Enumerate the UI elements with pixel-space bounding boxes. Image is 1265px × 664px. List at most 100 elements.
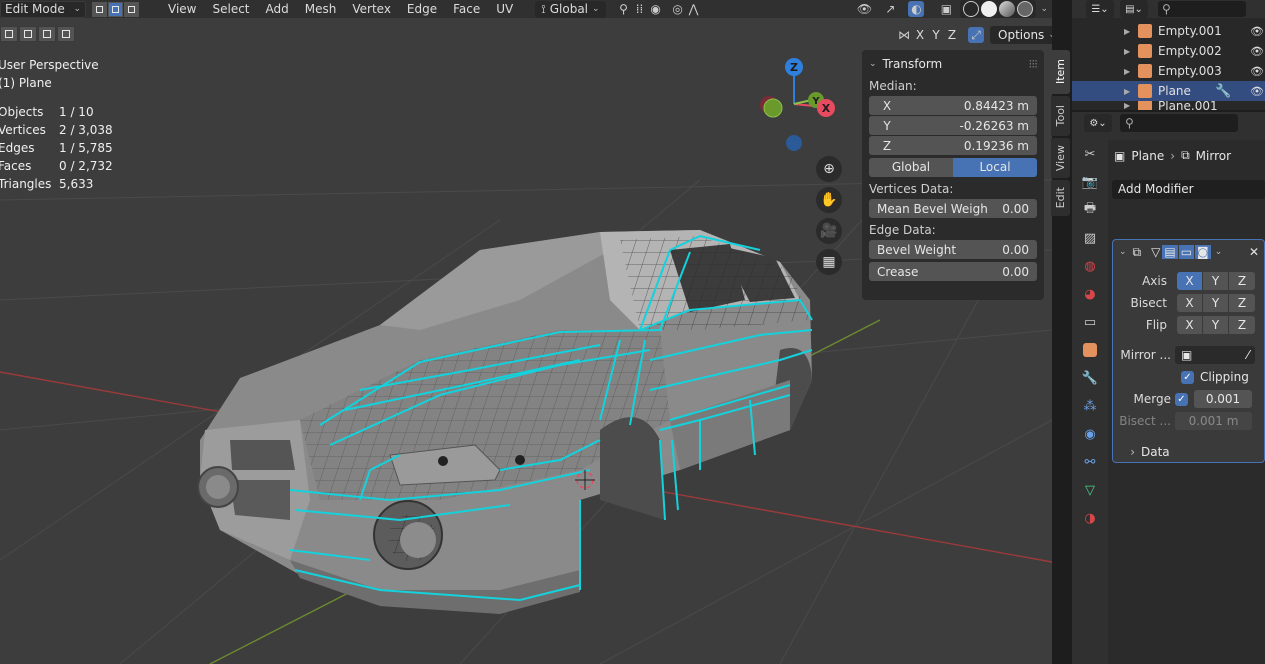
solid-shading-icon[interactable]	[981, 1, 998, 17]
outliner-row[interactable]: ▶ Empty.002 👁	[1072, 41, 1265, 61]
menu-edge[interactable]: Edge	[399, 0, 445, 18]
tab-tool[interactable]: Tool	[1051, 96, 1070, 136]
xray-icon[interactable]: ▣	[938, 1, 954, 17]
tab-item[interactable]: Item	[1051, 50, 1070, 94]
menu-select[interactable]: Select	[204, 0, 257, 18]
bisect-x-toggle[interactable]: X	[1177, 294, 1203, 312]
mirror-z-toggle[interactable]: Z	[944, 28, 960, 42]
local-space-button[interactable]: Local	[953, 158, 1037, 177]
data-subpanel-header[interactable]: › Data	[1113, 443, 1265, 461]
auto-merge-icon[interactable]: ⤢	[968, 27, 984, 43]
mirror-y-toggle[interactable]: Y	[928, 28, 944, 42]
render-toggle-icon[interactable]: ◙	[1195, 245, 1211, 259]
mode-selector[interactable]: Edit Mode ⌄	[0, 0, 86, 18]
on-cage-toggle-icon[interactable]: ▤	[1162, 245, 1178, 259]
vertex-select-icon[interactable]	[92, 1, 107, 17]
transform-panel-header[interactable]: ⌄ Transform ⁝⁝⁝	[869, 54, 1038, 74]
gizmo-neg-z[interactable]	[786, 135, 802, 151]
gizmo-toggle-icon[interactable]: ↗	[882, 1, 898, 17]
snap-icon[interactable]: ⁞⁞	[632, 1, 648, 17]
median-y-field[interactable]: Y -0.26263 m	[869, 116, 1037, 135]
car-mesh[interactable]	[197, 230, 812, 614]
select-intersect-icon[interactable]	[57, 26, 75, 42]
menu-view[interactable]: View	[160, 0, 204, 18]
visibility-icon[interactable]: 👁	[856, 1, 872, 17]
mirror-object-field[interactable]: ▣ ⁄	[1175, 346, 1255, 364]
eye-icon[interactable]: 👁	[1250, 25, 1264, 38]
overlays-icon[interactable]: ◐	[908, 1, 925, 17]
properties-editor-type-icon[interactable]: ⚙⌄	[1084, 114, 1112, 132]
options-dropdown[interactable]: Options ⌄	[990, 26, 1052, 44]
edge-select-icon[interactable]	[108, 1, 123, 17]
expand-arrow-icon[interactable]: ▶	[1124, 47, 1130, 56]
snap-target-icon[interactable]: ◉	[648, 1, 664, 17]
menu-add[interactable]: Add	[258, 0, 297, 18]
falloff-icon[interactable]: ⋀	[686, 1, 702, 17]
mirror-x-toggle[interactable]: X	[912, 28, 928, 42]
tab-edit[interactable]: Edit	[1051, 180, 1070, 216]
crease-field[interactable]: Crease 0.00	[869, 262, 1037, 281]
menu-vertex[interactable]: Vertex	[344, 0, 399, 18]
menu-mesh[interactable]: Mesh	[297, 0, 345, 18]
global-space-button[interactable]: Global	[869, 158, 953, 177]
face-select-icon[interactable]	[124, 1, 139, 17]
viewport-toggle-icon[interactable]: ▭	[1178, 245, 1195, 259]
pivot-icon[interactable]: ⚲	[616, 1, 632, 17]
outliner-row[interactable]: ▶ Empty.003 👁	[1072, 61, 1265, 81]
tool-tab-icon[interactable]: ✂	[1072, 140, 1108, 168]
tab-view[interactable]: View	[1051, 138, 1070, 178]
flip-x-toggle[interactable]: X	[1177, 316, 1203, 334]
eye-icon[interactable]: 👁	[1250, 85, 1264, 98]
add-modifier-button[interactable]: Add Modifier	[1112, 180, 1265, 199]
merge-distance-field[interactable]: 0.001	[1194, 390, 1252, 408]
modifier-tab-icon[interactable]: 🔧	[1072, 364, 1108, 392]
edit-mode-toggle-icon[interactable]: ▽	[1151, 245, 1160, 259]
rendered-shading-icon[interactable]	[1017, 1, 1034, 17]
gizmo-neg-y[interactable]	[763, 98, 783, 118]
median-x-field[interactable]: X 0.84423 m	[869, 96, 1037, 115]
wrench-icon[interactable]: 🔧	[1215, 84, 1231, 99]
physics-tab-icon[interactable]: ◉	[1072, 420, 1108, 448]
eye-icon[interactable]: 👁	[1250, 45, 1264, 58]
bisect-y-toggle[interactable]: Y	[1203, 294, 1229, 312]
proportional-edit-icon[interactable]: ◎	[670, 1, 686, 17]
collection-tab-icon[interactable]: ▭	[1072, 308, 1108, 336]
output-tab-icon[interactable]: 🖶	[1072, 196, 1108, 224]
eye-icon[interactable]: 👁	[1250, 65, 1264, 78]
display-mode-icon[interactable]: ▤⌄	[1120, 0, 1148, 18]
data-tab-icon[interactable]: ▽	[1072, 476, 1108, 504]
properties-search[interactable]: ⚲	[1120, 114, 1238, 132]
bisect-z-toggle[interactable]: Z	[1229, 294, 1255, 312]
axis-x-toggle[interactable]: X	[1177, 272, 1203, 290]
mean-bevel-weight-field[interactable]: Mean Bevel Weigh 0.00	[869, 199, 1037, 218]
zoom-icon[interactable]: ⊕	[816, 156, 842, 182]
bisect-distance-field[interactable]: 0.001 m	[1175, 412, 1252, 430]
outliner-row[interactable]: ▶ Plane 🔧 👁	[1072, 81, 1265, 101]
chevron-down-icon[interactable]: ⌄	[1215, 247, 1223, 257]
scene-tab-icon[interactable]: ◍	[1072, 252, 1108, 280]
axis-y-toggle[interactable]: Y	[1203, 272, 1229, 290]
menu-uv[interactable]: UV	[488, 0, 521, 18]
outliner-row[interactable]: ▶ Plane.001	[1072, 101, 1265, 110]
3d-viewport[interactable]: Edit Mode ⌄ View Select Add Mesh Vertex …	[0, 0, 1052, 664]
outliner-row[interactable]: ▶ Empty.001 👁	[1072, 21, 1265, 41]
select-subtract-icon[interactable]	[38, 26, 56, 42]
world-tab-icon[interactable]: ◕	[1072, 280, 1108, 308]
median-z-field[interactable]: Z 0.19236 m	[869, 136, 1037, 155]
camera-icon[interactable]: 🎥	[816, 218, 842, 244]
render-tab-icon[interactable]: 📷	[1072, 168, 1108, 196]
merge-checkbox[interactable]: ✓	[1175, 392, 1188, 406]
clipping-checkbox[interactable]: ✓	[1181, 370, 1194, 384]
perspective-grid-icon[interactable]: ▦	[816, 249, 842, 275]
material-tab-icon[interactable]: ◑	[1072, 504, 1108, 532]
close-icon[interactable]: ✕	[1249, 245, 1259, 259]
view-layer-tab-icon[interactable]: ▨	[1072, 224, 1108, 252]
select-extend-icon[interactable]	[19, 26, 37, 42]
eyedropper-icon[interactable]: ⁄	[1247, 348, 1249, 362]
pan-hand-icon[interactable]: ✋	[816, 187, 842, 213]
outliner-search[interactable]: ⚲	[1158, 1, 1246, 17]
bevel-weight-field[interactable]: Bevel Weight 0.00	[869, 240, 1037, 259]
transform-orientation-selector[interactable]: ⟟ Global ⌄	[535, 0, 606, 18]
outliner-editor-type-icon[interactable]: ☰⌄	[1086, 0, 1114, 18]
chevron-down-icon[interactable]: ⌄	[1040, 4, 1048, 14]
